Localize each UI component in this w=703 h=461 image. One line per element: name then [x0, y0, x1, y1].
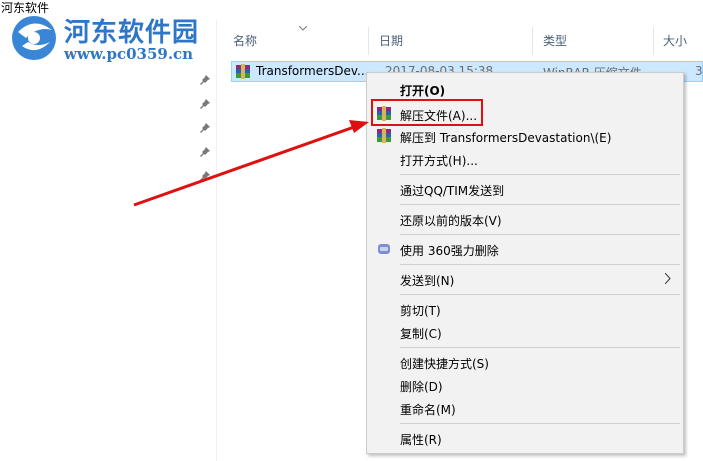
annotation-arrow — [133, 120, 369, 207]
